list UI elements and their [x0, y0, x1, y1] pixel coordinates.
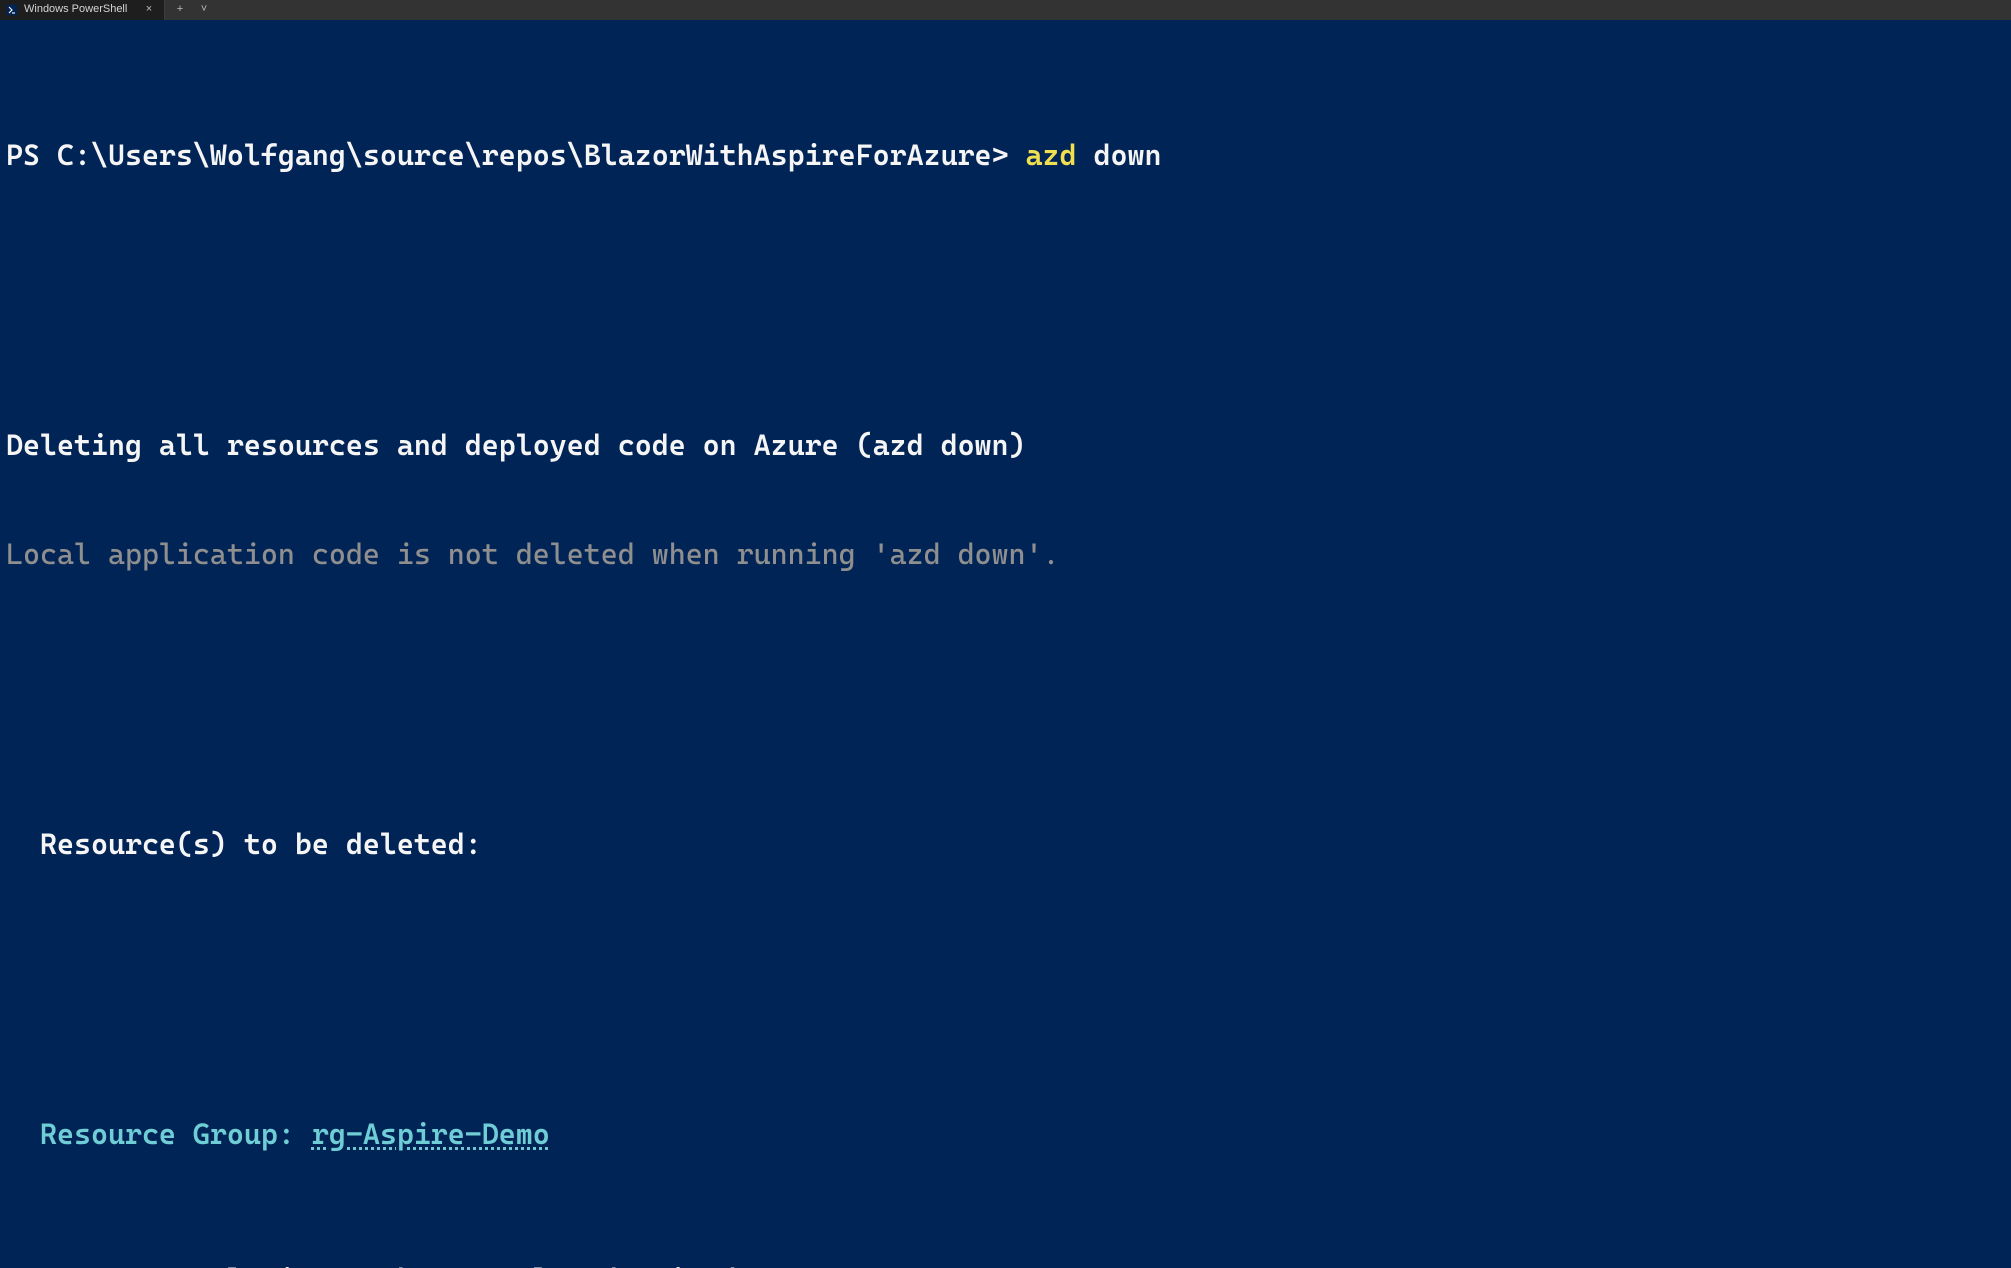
resource-group-line: Resource Group: rg-Aspire-Demo [6, 1116, 2005, 1152]
tab-title: Windows PowerShell [24, 3, 136, 17]
terminal-output[interactable]: PS C:\Users\Wolfgang\source\repos\Blazor… [0, 20, 2011, 1268]
terminal-tab[interactable]: Windows PowerShell × [0, 0, 165, 20]
resource-group-label: Resource Group: [6, 1117, 312, 1151]
tab-controls: + ˅ [165, 0, 219, 20]
resource-item: • Log Analytics workspace: law-dzpsipnd2… [6, 1261, 2005, 1268]
resource-group-name: rg-Aspire-Demo [312, 1117, 550, 1151]
prompt-line: PS C:\Users\Wolfgang\source\repos\Blazor… [6, 137, 2005, 173]
resources-heading: Resource(s) to be deleted: [6, 826, 2005, 862]
new-tab-button[interactable]: + [173, 3, 187, 17]
tab-dropdown-button[interactable]: ˅ [197, 3, 211, 17]
prompt-prefix: PS C:\Users\Wolfgang\source\repos\Blazor… [6, 138, 1026, 172]
tab-close-button[interactable]: × [142, 3, 156, 17]
powershell-icon [6, 4, 18, 16]
title-bar: Windows PowerShell × + ˅ [0, 0, 2011, 20]
operation-title: Deleting all resources and deployed code… [6, 427, 2005, 463]
operation-subtitle: Local application code is not deleted wh… [6, 536, 2005, 572]
command-name: azd [1026, 138, 1077, 172]
command-arg: down [1077, 138, 1162, 172]
